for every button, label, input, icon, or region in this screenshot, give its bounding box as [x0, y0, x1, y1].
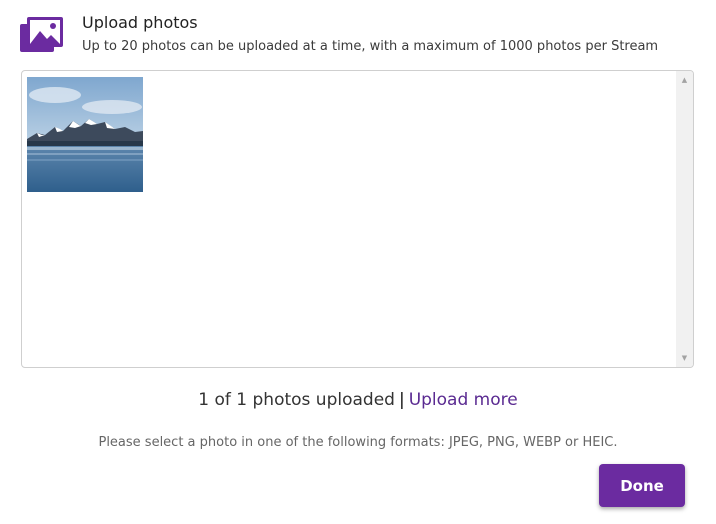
uploaded-photo-thumbnail[interactable]	[27, 77, 143, 192]
dialog-header: Upload photos Up to 20 photos can be upl…	[18, 10, 708, 58]
scroll-down-arrow-icon[interactable]: ▼	[676, 351, 693, 365]
upload-photos-dialog: Upload photos Up to 20 photos can be upl…	[0, 0, 716, 524]
uploaded-count-text: 1 of 1 photos uploaded	[198, 390, 395, 410]
scroll-up-arrow-icon[interactable]: ▲	[676, 73, 693, 87]
upload-status: 1 of 1 photos uploaded | Upload more	[0, 390, 716, 410]
photos-icon	[18, 14, 66, 54]
mountain-lake-photo	[27, 77, 143, 192]
status-separator: |	[398, 390, 405, 410]
scrollbar[interactable]: ▲ ▼	[676, 71, 693, 367]
format-hint: Please select a photo in one of the foll…	[98, 435, 618, 450]
dialog-subtitle: Up to 20 photos can be uploaded at a tim…	[82, 39, 659, 54]
upload-more-link[interactable]: Upload more	[409, 390, 518, 410]
dialog-title: Upload photos	[82, 13, 198, 32]
photo-upload-area[interactable]: ▲ ▼	[21, 70, 694, 368]
done-button[interactable]: Done	[599, 464, 685, 507]
